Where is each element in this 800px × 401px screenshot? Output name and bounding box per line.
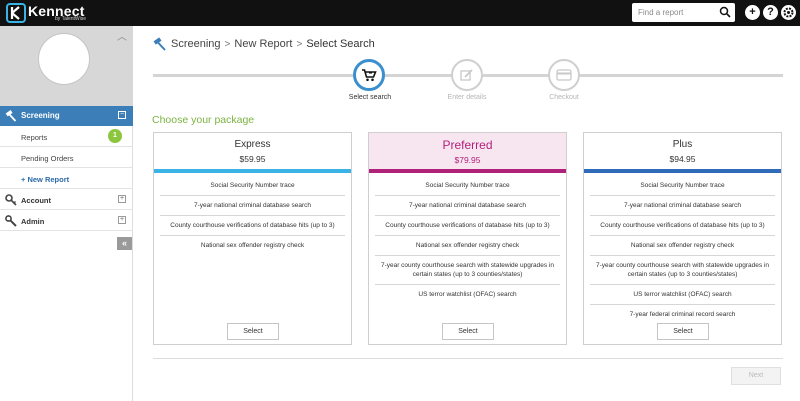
top-bar: Kennect by TalentWise + ?: [0, 0, 800, 26]
expand-toggle-icon[interactable]: +: [118, 195, 126, 203]
feature-item: 7-year national criminal database search: [590, 196, 775, 216]
cart-icon: [362, 69, 377, 82]
sidebar-item-label: Account: [21, 196, 51, 205]
breadcrumb: Screening > New Report > Select Search: [153, 36, 375, 52]
reports-count-badge: 1: [108, 129, 122, 143]
search-icon[interactable]: [719, 6, 731, 18]
sidebar-subitem-new-report[interactable]: + New Report: [0, 168, 133, 189]
breadcrumb-new-report[interactable]: New Report: [234, 38, 292, 50]
footer-divider: [153, 358, 783, 359]
report-search: [632, 3, 735, 22]
package-header: Plus $94.95: [584, 133, 781, 169]
select-preferred-button[interactable]: Select: [442, 323, 494, 340]
breadcrumb-screening[interactable]: Screening: [171, 38, 221, 50]
pencil-icon: [460, 69, 473, 81]
package-card-plus: Plus $94.95 Social Security Number trace…: [583, 132, 782, 345]
feature-item: 7-year national criminal database search: [375, 196, 560, 216]
step-label-select-search: Select search: [348, 94, 392, 101]
sidebar-subitem-pending-orders[interactable]: Pending Orders: [0, 147, 133, 168]
step-enter-details: [451, 59, 483, 91]
package-price: $59.95: [239, 154, 266, 164]
package-price: $79.95: [454, 155, 481, 165]
breadcrumb-separator: >: [224, 38, 231, 50]
sidebar-subitem-reports[interactable]: Reports 1: [0, 126, 133, 147]
package-name: Preferred: [442, 138, 493, 152]
package-header: Express $59.95: [154, 133, 351, 169]
feature-item: National sex offender registry check: [200, 242, 305, 249]
feature-list: Social Security Number trace 7-year nati…: [590, 176, 775, 324]
step-checkout: [548, 59, 580, 91]
feature-list: Social Security Number trace 7-year nati…: [375, 176, 560, 304]
feature-item: 7-year national criminal database search: [160, 196, 345, 216]
feature-item: 7-year county courthouse search with sta…: [590, 256, 775, 285]
hammer-icon: [153, 37, 166, 51]
logo-subtitle: by TalentWise: [55, 16, 87, 22]
feature-item: 7-year federal criminal record search: [629, 311, 736, 318]
add-icon[interactable]: +: [745, 5, 760, 20]
sidebar: ︿ Screening − Reports 1 Pending Orders +…: [0, 26, 133, 401]
select-plus-button[interactable]: Select: [657, 323, 709, 340]
package-color-bar: [369, 169, 566, 173]
gear-icon: [783, 7, 794, 18]
collapse-toggle-icon[interactable]: −: [118, 111, 126, 119]
chevron-up-icon[interactable]: ︿: [117, 28, 127, 43]
sidebar-item-account[interactable]: Account +: [0, 189, 133, 210]
key-icon: [5, 194, 17, 206]
step-label-checkout: Checkout: [549, 94, 579, 101]
search-input[interactable]: [632, 3, 716, 22]
kennect-logo[interactable]: Kennect by TalentWise: [6, 2, 106, 24]
sidebar-item-label: Admin: [21, 217, 45, 226]
feature-item: Social Security Number trace: [590, 176, 775, 196]
sidebar-subitem-label: Pending Orders: [21, 154, 74, 163]
feature-item: National sex offender registry check: [375, 236, 560, 256]
breadcrumb-current: Select Search: [306, 38, 375, 50]
feature-item: Social Security Number trace: [375, 176, 560, 196]
profile-panel: ︿: [0, 26, 133, 106]
package-color-bar: [154, 169, 351, 173]
package-price: $94.95: [669, 154, 696, 164]
kennect-logo-mark: [6, 3, 26, 23]
feature-item: National sex offender registry check: [590, 236, 775, 256]
sidebar-item-admin[interactable]: Admin +: [0, 210, 133, 231]
credit-card-icon: [556, 69, 572, 81]
package-card-preferred: Preferred $79.95 Social Security Number …: [368, 132, 567, 345]
package-color-bar: [584, 169, 781, 173]
expand-toggle-icon[interactable]: +: [118, 216, 126, 224]
help-icon[interactable]: ?: [763, 5, 778, 20]
feature-item: US terror watchlist (OFAC) search: [418, 291, 517, 298]
sidebar-item-screening[interactable]: Screening −: [0, 106, 133, 126]
progress-stepper: Select search Enter details Checkout: [153, 57, 783, 107]
sidebar-item-label: Screening: [21, 111, 60, 120]
breadcrumb-separator: >: [296, 38, 303, 50]
feature-item: County courthouse verifications of datab…: [375, 216, 560, 236]
step-select-search[interactable]: [353, 59, 385, 91]
wrench-icon: [5, 215, 17, 227]
package-header: Preferred $79.95: [369, 133, 566, 169]
section-heading: Choose your package: [152, 114, 255, 126]
select-express-button[interactable]: Select: [227, 323, 279, 340]
settings-icon[interactable]: [781, 5, 796, 20]
sidebar-subitem-label: Reports: [21, 133, 48, 142]
feature-item: US terror watchlist (OFAC) search: [590, 285, 775, 305]
feature-item: Social Security Number trace: [160, 176, 345, 196]
feature-list: Social Security Number trace 7-year nati…: [160, 176, 345, 255]
collapse-sidebar-button[interactable]: «: [117, 237, 132, 250]
package-card-express: Express $59.95 Social Security Number tr…: [153, 132, 352, 345]
feature-item: 7-year county courthouse search with sta…: [375, 256, 560, 285]
feature-item: County courthouse verifications of datab…: [590, 216, 775, 236]
step-label-enter-details: Enter details: [447, 94, 487, 101]
sidebar-subitem-label: + New Report: [21, 175, 70, 184]
package-name: Plus: [672, 139, 693, 150]
avatar[interactable]: [38, 33, 90, 85]
feature-item: County courthouse verifications of datab…: [160, 216, 345, 236]
next-button[interactable]: Next: [731, 367, 781, 385]
package-name: Express: [234, 139, 271, 150]
hammer-icon: [5, 110, 17, 122]
